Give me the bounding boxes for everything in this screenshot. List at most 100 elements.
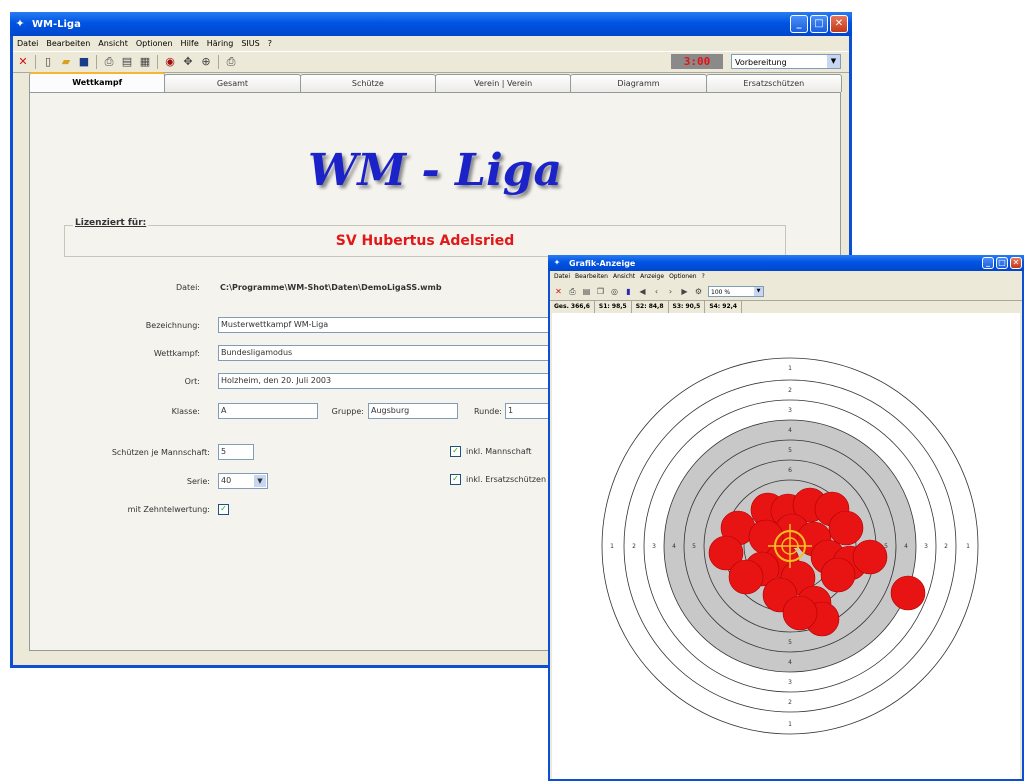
maximize-button[interactable]: □ [810,15,828,33]
ring-label: 1 [788,721,792,728]
place-input[interactable]: Holzheim, den 20. Juli 2003 [218,373,558,389]
minimize-button[interactable]: _ [790,15,808,33]
print-preview-icon[interactable]: ▤ [582,287,591,296]
tab-wettkampf[interactable]: Wettkampf [29,72,166,94]
file-path: C:\Programme\WM-Shot\Daten\DemoLigaSS.wm… [220,283,442,292]
delete-icon[interactable]: ✕ [17,56,29,68]
place-label: Ort: [184,377,200,386]
series-score: S4: 92,4 [705,301,743,313]
competition-input[interactable]: Bundesligamodus [218,345,558,361]
menu-optionen[interactable]: Optionen [136,39,173,48]
chevron-down-icon[interactable]: ▼ [754,286,763,296]
target-icon[interactable]: ◎ [610,287,619,296]
file-label: Datei: [175,283,200,292]
tab-ersatzschuetzen[interactable]: Ersatzschützen [705,74,842,92]
menu-datei[interactable]: Datei [17,39,38,48]
app-icon: ✦ [15,17,25,30]
menu-bar: Datei Bearbeiten Ansicht Optionen Hilfe … [13,36,849,50]
menu-help[interactable]: ? [702,273,705,280]
tab-gesamt[interactable]: Gesamt [164,74,301,92]
open-folder-icon[interactable]: ▰ [60,56,72,68]
incl-team-checkbox[interactable]: ✓ [450,446,461,457]
menu-datei[interactable]: Datei [554,273,570,280]
toolbar-separator [96,55,97,69]
new-file-icon[interactable]: ▯ [42,56,54,68]
crosshair-icon[interactable]: ⊕ [200,56,212,68]
main-titlebar[interactable]: ✦ WM-Liga _ □ ✕ [10,12,852,36]
ring-label: 5 [788,639,792,646]
export-icon[interactable]: ▦ [139,56,151,68]
ring-label: 1 [788,365,792,372]
print-icon[interactable]: ⎙ [568,287,577,296]
designation-input[interactable]: Musterwettkampf WM-Liga [218,317,558,333]
menu-haering[interactable]: Häring [207,39,234,48]
save-icon[interactable]: ■ [78,56,90,68]
zoom-select[interactable]: 100 % ▼ [708,285,764,297]
hit-marker [828,510,864,546]
group-input[interactable]: Augsburg [368,403,458,419]
print-icon[interactable]: ⎙ [103,56,115,68]
menu-bearbeiten[interactable]: Bearbeiten [575,273,608,280]
ring-label: 5 [692,543,696,550]
tab-diagramm[interactable]: Diagramm [570,74,707,92]
menu-ansicht[interactable]: Ansicht [98,39,128,48]
menu-sius[interactable]: SIUS [241,39,259,48]
next-shot-icon[interactable]: › [666,287,675,296]
first-shot-icon[interactable]: ◀ [638,287,647,296]
settings-icon[interactable]: ⚙ [694,287,703,296]
chevron-down-icon[interactable]: ▼ [827,55,840,68]
hit-marker [782,595,818,631]
phase-select-value: Vorbereitung [735,58,787,67]
printer-icon[interactable]: ⎙ [225,56,237,68]
shooters-input[interactable]: 5 [218,444,254,460]
tab-verein[interactable]: Verein | Verein [434,74,572,92]
class-input[interactable]: A [218,403,318,419]
delete-icon[interactable]: ✕ [554,287,563,296]
window-title: WM-Liga [32,18,81,30]
ring-label: 5 [788,447,792,454]
shooters-label: Schützen je Mannschaft: [111,448,210,457]
tab-strip: Wettkampf Gesamt Schütze Verein | Verein… [29,72,842,94]
hit-marker [852,539,888,575]
copy-icon[interactable]: ❐ [596,287,605,296]
shooting-target: 1111222233334444555566 [601,357,979,735]
minimize-button[interactable]: _ [982,257,994,269]
license-name: SV Hubertus Adelsried [335,233,515,249]
app-logo: WM - Liga [308,145,562,196]
toolbar-separator [35,55,36,69]
series-select[interactable]: 40 ▼ [218,473,268,489]
target-icon[interactable]: ◉ [164,56,176,68]
series-score: S3: 90,5 [669,301,706,313]
incl-sub-checkbox[interactable]: ✓ [450,474,461,485]
main-toolbar: ✕ ▯ ▰ ■ ⎙ ▤ ▦ ◉ ✥ ⊕ ⎙ 3:00 Vorbereitung … [13,51,849,73]
graphic-titlebar[interactable]: ✦ Grafik-Anzeige _ □ ✕ [548,255,1024,271]
series-score: S2: 84,8 [632,301,669,313]
menu-anzeige[interactable]: Anzeige [640,273,664,280]
menu-ansicht[interactable]: Ansicht [613,273,635,280]
previous-shot-icon[interactable]: ‹ [652,287,661,296]
menu-optionen[interactable]: Optionen [669,273,697,280]
close-button[interactable]: ✕ [830,15,848,33]
score-bar-filler [742,301,1022,313]
toolbar-separator [157,55,158,69]
print-preview-icon[interactable]: ▤ [121,56,133,68]
tenth-label: mit Zehntelwertung: [127,505,210,514]
menu-hilfe[interactable]: Hilfe [181,39,199,48]
phase-select[interactable]: Vorbereitung ▼ [731,54,841,69]
chevron-down-icon[interactable]: ▼ [254,475,266,487]
hit-marker [820,557,856,593]
tenth-checkbox[interactable]: ✓ [218,504,229,515]
menu-bearbeiten[interactable]: Bearbeiten [46,39,90,48]
round-label: Runde: [473,407,502,416]
chart-icon[interactable]: ▮ [624,287,633,296]
move-icon[interactable]: ✥ [182,56,194,68]
maximize-button[interactable]: □ [996,257,1008,269]
toolbar-separator [218,55,219,69]
ring-label: 3 [652,543,656,550]
last-shot-icon[interactable]: ▶ [680,287,689,296]
ring-label: 3 [924,543,928,550]
tab-schuetze[interactable]: Schütze [299,74,436,92]
close-button[interactable]: ✕ [1010,257,1022,269]
hit-marker [890,575,926,611]
menu-help[interactable]: ? [268,39,272,48]
